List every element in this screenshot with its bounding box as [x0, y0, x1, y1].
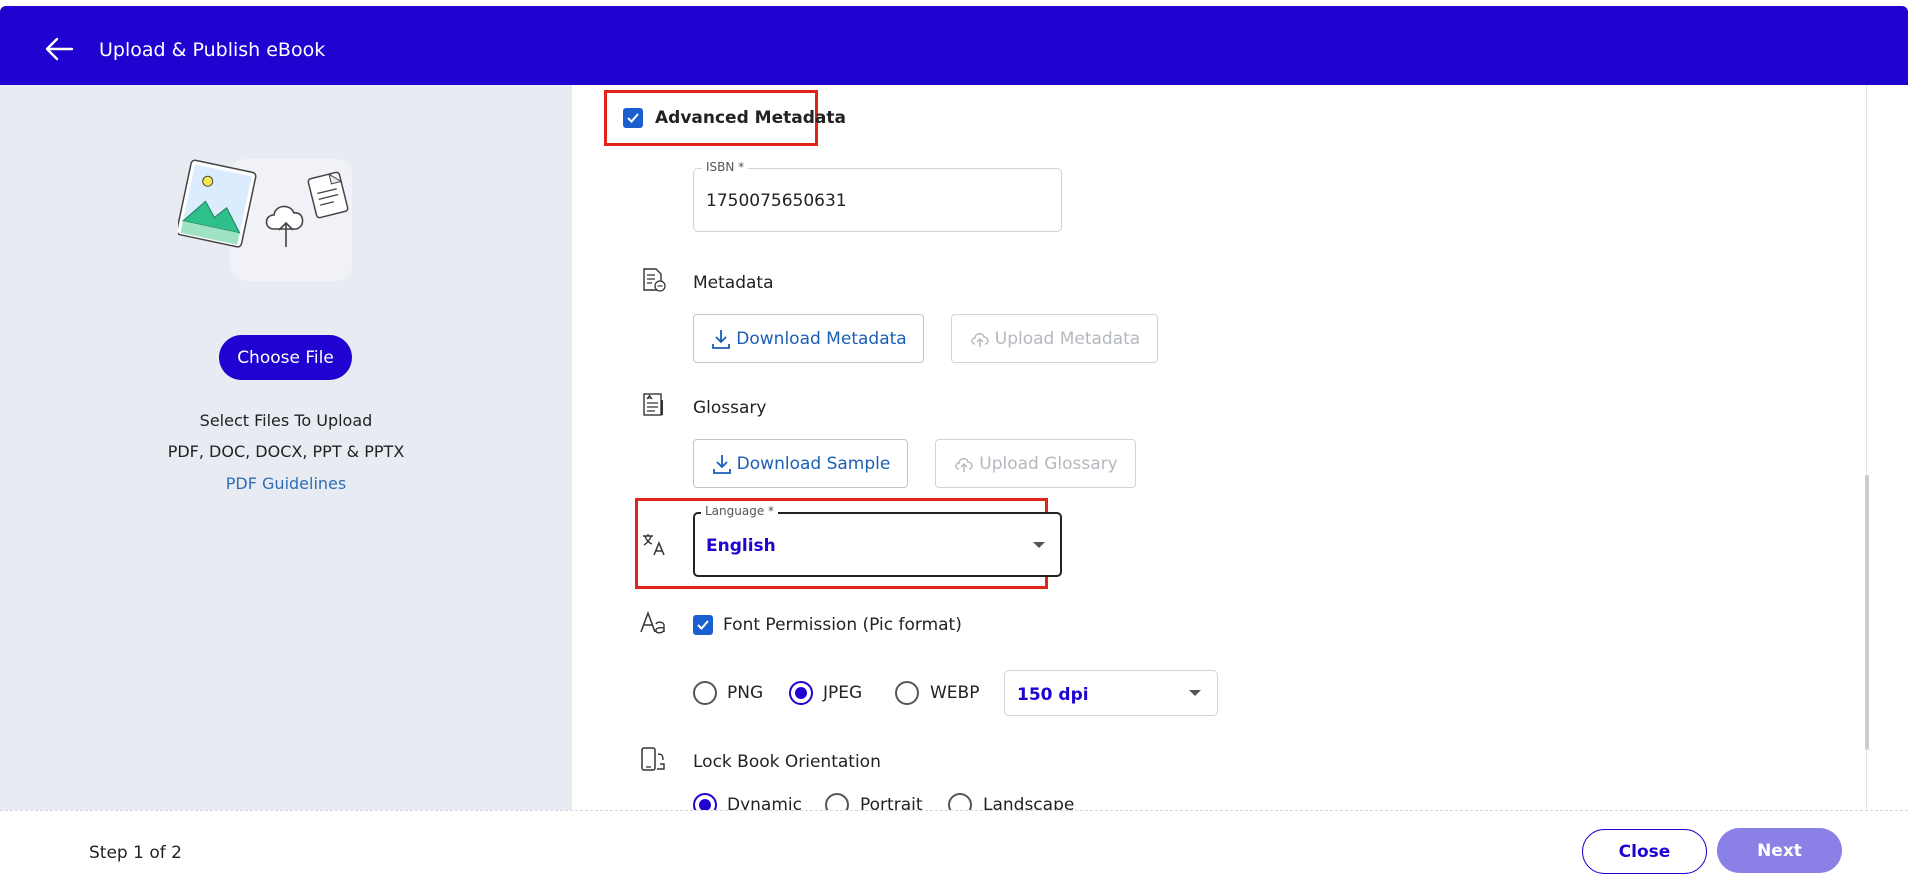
device-orientation-icon: [641, 747, 665, 771]
next-button[interactable]: Next: [1717, 828, 1842, 873]
lock-orientation-label: Lock Book Orientation: [693, 752, 881, 772]
font-permission-checkbox[interactable]: [693, 615, 713, 635]
download-icon: [712, 454, 731, 474]
scrollbar-thumb[interactable]: [1865, 475, 1869, 750]
language-value: English: [706, 536, 776, 556]
font-permission-label: Font Permission (Pic format): [723, 615, 962, 635]
dialog-footer: Step 1 of 2 Close Next: [0, 810, 1908, 891]
orientation-landscape-radio[interactable]: [948, 793, 972, 810]
advanced-metadata-checkbox[interactable]: [623, 108, 643, 128]
format-jpeg-radio[interactable]: [789, 681, 813, 705]
orientation-portrait-label: Portrait: [860, 795, 923, 810]
orientation-portrait-radio[interactable]: [825, 793, 849, 810]
dpi-select[interactable]: 150 dpi: [1004, 670, 1218, 716]
upload-glossary-button[interactable]: Upload Glossary: [935, 439, 1136, 488]
dropdown-caret-icon: [1033, 542, 1045, 548]
language-label: Language *: [701, 504, 779, 518]
cloud-upload-icon: [971, 332, 989, 347]
upload-dialog: Upload & Publish eBook Choose File Selec…: [0, 0, 1912, 891]
upload-illustration-icon: [178, 159, 352, 281]
metadata-form: Advanced Metadata ISBN * 1750075650631 M…: [572, 85, 1908, 810]
close-button[interactable]: Close: [1582, 829, 1707, 874]
isbn-value: 1750075650631: [706, 191, 847, 211]
font-icon: [640, 610, 665, 634]
orientation-dynamic-label: Dynamic: [727, 795, 802, 810]
step-indicator: Step 1 of 2: [89, 843, 182, 863]
language-select[interactable]: Language * English: [693, 504, 1062, 577]
checkmark-icon: [627, 113, 639, 123]
format-webp-radio[interactable]: [895, 681, 919, 705]
upload-glossary-label: Upload Glossary: [979, 453, 1118, 474]
cloud-upload-icon: [955, 457, 973, 472]
format-jpeg-label: JPEG: [823, 683, 863, 703]
download-metadata-label: Download Metadata: [736, 328, 907, 349]
format-png-radio[interactable]: [693, 681, 717, 705]
pdf-guidelines-link-wrap: PDF Guidelines: [0, 474, 572, 493]
isbn-label: ISBN *: [702, 160, 749, 174]
download-metadata-button[interactable]: Download Metadata: [693, 314, 924, 363]
page-title: Upload & Publish eBook: [99, 39, 326, 61]
select-files-text: Select Files To Upload: [199, 411, 373, 430]
glossary-icon: [643, 393, 663, 416]
metadata-label: Metadata: [693, 273, 774, 293]
format-png-label: PNG: [727, 683, 764, 703]
dpi-value: 150 dpi: [1017, 685, 1089, 705]
dropdown-caret-icon: [1189, 690, 1201, 696]
glossary-label: Glossary: [693, 398, 767, 418]
translate-icon: [643, 534, 665, 556]
back-arrow-icon[interactable]: [44, 36, 74, 62]
metadata-document-icon: [643, 268, 666, 292]
download-sample-label: Download Sample: [736, 453, 891, 474]
download-sample-button[interactable]: Download Sample: [693, 439, 908, 488]
advanced-metadata-label: Advanced Metadata: [655, 108, 846, 128]
orientation-dynamic-radio[interactable]: [693, 793, 717, 810]
orientation-landscape-label: Landscape: [983, 795, 1075, 810]
supported-formats-text: PDF, DOC, DOCX, PPT & PPTX: [167, 442, 405, 461]
choose-file-button[interactable]: Choose File: [219, 335, 352, 380]
upload-metadata-button[interactable]: Upload Metadata: [951, 314, 1158, 363]
dialog-header: Upload & Publish eBook: [0, 6, 1908, 85]
isbn-field[interactable]: ISBN * 1750075650631: [693, 160, 1062, 232]
upload-panel: Choose File Select Files To Upload PDF, …: [0, 85, 572, 810]
pdf-guidelines-link[interactable]: PDF Guidelines: [226, 474, 346, 493]
checkmark-icon: [697, 620, 709, 630]
upload-metadata-label: Upload Metadata: [994, 328, 1141, 349]
download-icon: [712, 329, 731, 349]
format-webp-label: WEBP: [930, 683, 980, 703]
